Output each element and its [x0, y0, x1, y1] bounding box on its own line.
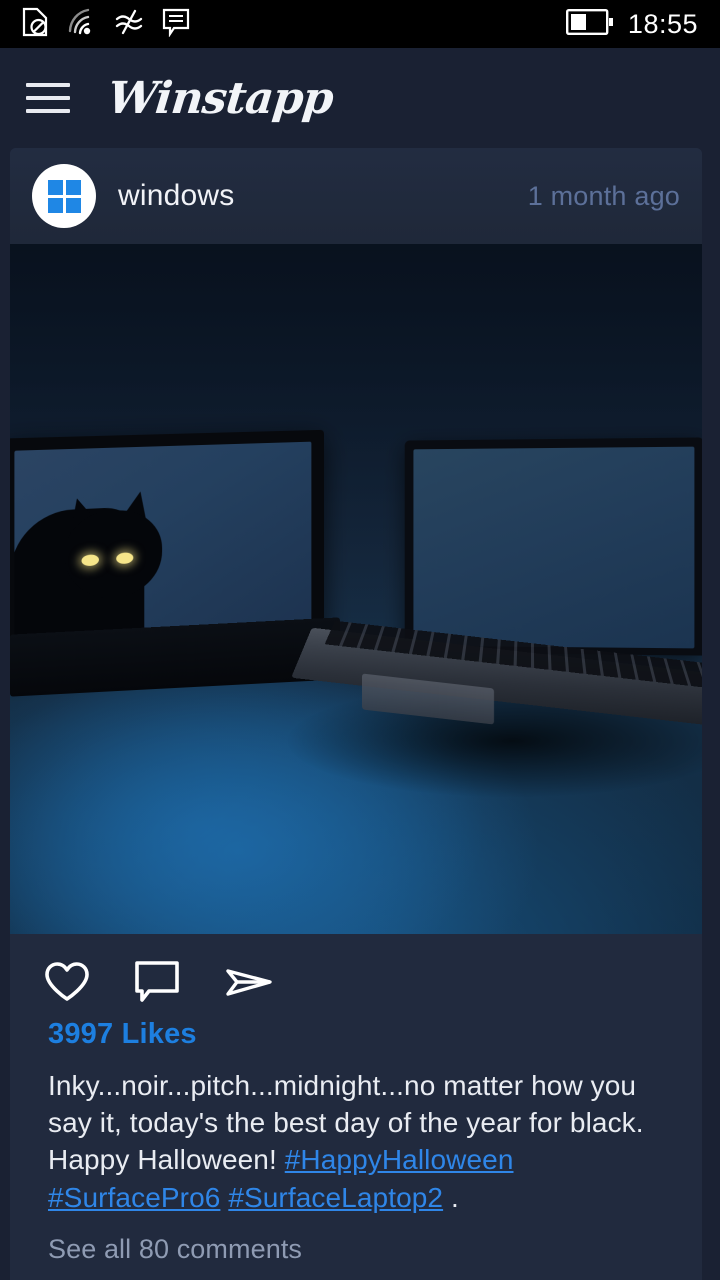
surface-laptop-device: [252, 437, 702, 819]
paper-plane-icon: [226, 969, 272, 996]
app-screen: 18:55 Winstapp windows 1 month ago 3997 …: [0, 0, 720, 1280]
laptop-lid: [404, 437, 702, 656]
post-username[interactable]: windows: [118, 179, 234, 213]
share-button[interactable]: [224, 961, 274, 1003]
likes-count[interactable]: 3997 Likes: [10, 1010, 702, 1051]
avatar[interactable]: [32, 164, 96, 228]
post-timestamp: 1 month ago: [527, 180, 680, 211]
caption-text-end: .: [443, 1181, 459, 1213]
app-bar: Winstapp: [0, 48, 720, 148]
status-bar-left-icons: [22, 7, 190, 42]
comment-bubble-icon: [135, 961, 179, 1002]
post-actions: [10, 934, 702, 1010]
windows-pane: [47, 179, 63, 195]
comment-button[interactable]: [134, 960, 180, 1004]
hamburger-bar: [26, 96, 70, 100]
post-caption: Inky...noir...pitch...midnight...no matt…: [10, 1051, 702, 1216]
hashtag-link[interactable]: #HappyHalloween: [285, 1144, 514, 1175]
cellular-data-icon: [114, 7, 144, 42]
surface-studio-screen: [14, 441, 312, 646]
status-bar: 18:55: [0, 0, 720, 48]
windows-pane: [47, 197, 63, 213]
battery-icon: [565, 8, 614, 40]
see-all-comments-link[interactable]: See all 80 comments: [10, 1216, 702, 1265]
laptop-screen: [413, 446, 695, 649]
wifi-icon: [66, 7, 96, 42]
hamburger-bar: [26, 109, 70, 113]
hamburger-menu-icon[interactable]: [26, 83, 70, 113]
post-photo[interactable]: [10, 244, 702, 934]
windows-pane: [65, 179, 81, 195]
windows-logo-icon: [47, 179, 81, 213]
like-button[interactable]: [44, 961, 90, 1003]
status-bar-right: 18:55: [565, 8, 698, 40]
cat-head: [64, 508, 163, 602]
no-sim-icon: [22, 7, 48, 42]
post-header: windows 1 month ago: [10, 148, 702, 244]
heart-icon: [45, 962, 89, 1001]
hamburger-bar: [26, 83, 70, 87]
status-bar-clock: 18:55: [627, 8, 698, 39]
app-brand-logo: Winstapp: [105, 72, 336, 124]
hashtag-link[interactable]: #SurfaceLaptop2: [228, 1182, 443, 1213]
hashtag-link[interactable]: #SurfacePro6: [48, 1182, 220, 1213]
windows-pane: [65, 197, 81, 213]
black-cat-silhouette: [14, 480, 173, 646]
message-icon: [162, 7, 190, 42]
post-card: windows 1 month ago 3997 Likes Inky...no…: [10, 148, 702, 1280]
